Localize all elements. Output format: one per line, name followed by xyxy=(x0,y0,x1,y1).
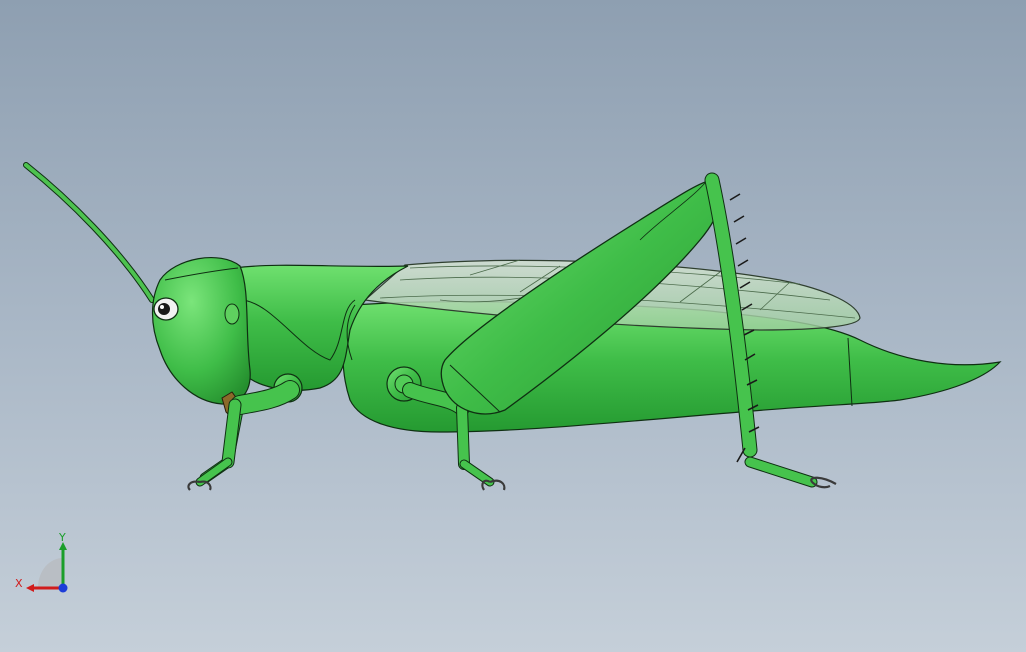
coordinate-triad: Y X xyxy=(15,531,68,593)
ear-tympanum xyxy=(224,303,240,325)
grasshopper-model[interactable] xyxy=(0,0,1026,652)
antenna xyxy=(23,162,155,303)
triad-x-label: X xyxy=(15,577,23,590)
eye-icon xyxy=(153,297,179,321)
triad-xy-plane xyxy=(38,558,63,588)
triad-y-label: Y xyxy=(58,531,66,544)
3d-viewport[interactable]: Y X xyxy=(0,0,1026,652)
triad-z-axis xyxy=(58,583,68,593)
